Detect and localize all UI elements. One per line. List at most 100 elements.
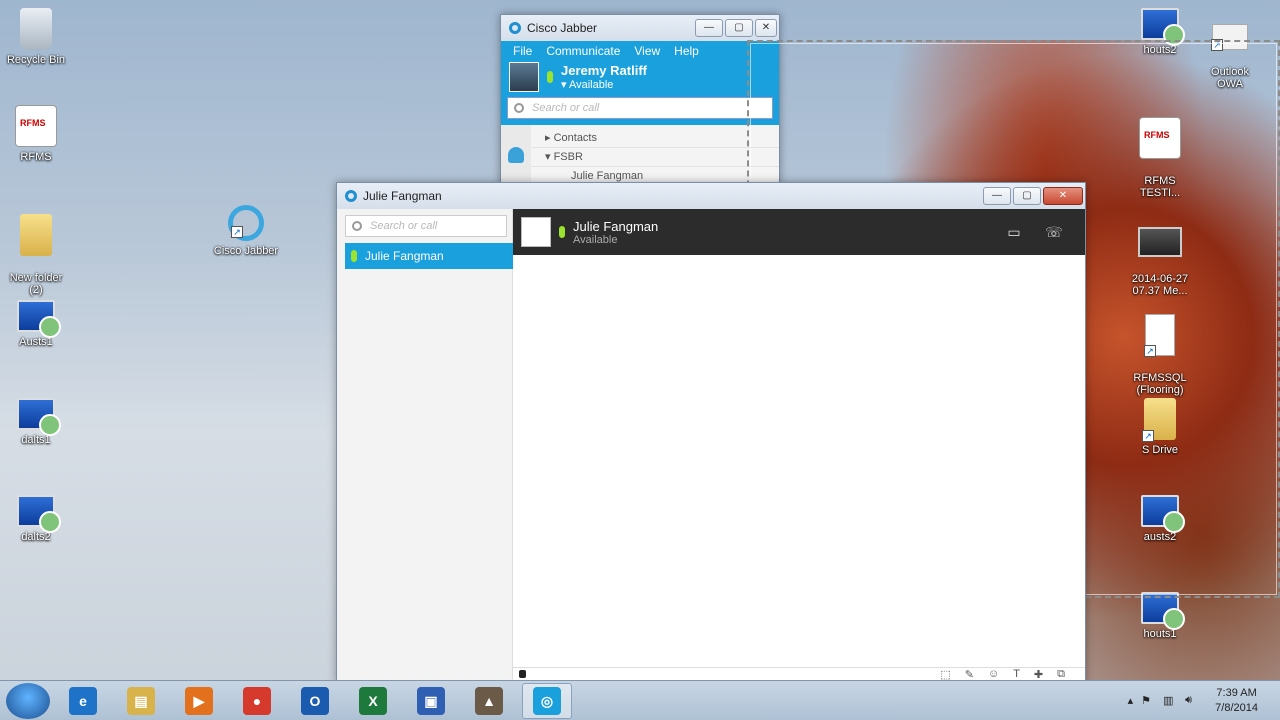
chrome-icon: ● bbox=[243, 686, 271, 715]
conversation-label: Julie Fangman bbox=[365, 249, 444, 263]
jabber-logo-icon bbox=[509, 22, 521, 34]
outlook-icon: O bbox=[301, 686, 329, 715]
group-label: Contacts bbox=[553, 132, 597, 144]
clock[interactable]: 7:39 AM 7/8/2014 bbox=[1215, 686, 1258, 716]
contact-label: Julie Fangman bbox=[571, 170, 644, 182]
taskbar-network-app-button[interactable]: ▲ bbox=[464, 683, 514, 719]
desktop-icon-label: 2014-06-27 07.37 Me... bbox=[1131, 273, 1189, 297]
title-bar[interactable]: Cisco Jabber — ▢ ✕ bbox=[501, 15, 779, 41]
lock-icon bbox=[519, 670, 526, 678]
avatar[interactable] bbox=[521, 217, 551, 247]
contacts-pane: ▸ Contacts ▾ FSBR Julie Fangman bbox=[501, 125, 779, 186]
file-icon: ↗ bbox=[1144, 314, 1175, 357]
presence-indicator bbox=[351, 250, 357, 262]
desktop-icon-dalts2[interactable]: dalts2 bbox=[0, 495, 74, 543]
action-center-icon[interactable]: ⚑ bbox=[1141, 694, 1155, 708]
desktop-icon-rfmssql[interactable]: ↗ RFMSSQL (Flooring) bbox=[1122, 302, 1198, 396]
remote-desktop-icon bbox=[17, 300, 61, 338]
shortcut-arrow-icon: ↗ bbox=[1144, 345, 1156, 357]
cisco-jabber-icon: ↗ bbox=[228, 205, 264, 241]
taskbar-internet-explorer-button[interactable]: e bbox=[58, 683, 108, 719]
desktop-icon-video[interactable]: 2014-06-27 07.37 Me... bbox=[1122, 215, 1198, 297]
status-selector[interactable]: ▾ Available bbox=[561, 78, 647, 91]
avatar[interactable] bbox=[509, 62, 539, 92]
desktop-icon-dalts1[interactable]: dalts1 bbox=[0, 398, 74, 446]
remote-desktop-icon bbox=[1141, 495, 1185, 533]
shortcut-arrow-icon: ↗ bbox=[1211, 39, 1223, 51]
show-hidden-icons-icon[interactable]: ▴ bbox=[1128, 694, 1134, 707]
desktop-icon-rfms-testing[interactable]: RFMS TESTI... bbox=[1122, 105, 1198, 199]
group-label: FSBR bbox=[553, 151, 583, 163]
clock-time: 7:39 AM bbox=[1216, 686, 1257, 699]
desktop-icon-cisco-jabber[interactable]: ↗ Cisco Jabber bbox=[208, 205, 284, 257]
taskbar-file-explorer-button[interactable]: ▤ bbox=[116, 683, 166, 719]
menu-view[interactable]: View bbox=[634, 44, 660, 58]
desktop-icon-label: dalts1 bbox=[21, 434, 51, 446]
search-input[interactable]: Search or call bbox=[345, 215, 507, 237]
desktop-icon-s-drive[interactable]: ↗ S Drive bbox=[1122, 398, 1198, 456]
desktop-icon-label: S Drive bbox=[1141, 444, 1179, 456]
folder-icon: ↗ bbox=[1142, 398, 1176, 442]
desktop-icon-rfms[interactable]: RFMS bbox=[0, 105, 74, 163]
user-status: Available bbox=[568, 79, 614, 91]
maximize-button[interactable]: ▢ bbox=[725, 19, 753, 37]
taskbar-cisco-jabber-button[interactable]: ◎ bbox=[522, 682, 572, 719]
taskbar: e ▤ ▶ ● O X ▣ ▲ ◎ ▴ ⚑ ▥ 🔊︎ 7:39 AM 7/8/2014 bbox=[0, 680, 1280, 720]
chat-pane: Julie Fangman Available ▭ ☏ ⬚ ✎ ☺ T ✚ ⧉ bbox=[513, 209, 1085, 683]
volume-icon[interactable]: 🔊︎ bbox=[1185, 694, 1199, 708]
outlook-owa-icon: ↗ bbox=[1211, 24, 1248, 51]
search-area: Search or call bbox=[501, 93, 779, 125]
folder-icon bbox=[20, 214, 52, 256]
excel-icon: X bbox=[359, 686, 387, 715]
close-button[interactable]: ✕ bbox=[1043, 187, 1083, 205]
menu-file[interactable]: File bbox=[513, 44, 532, 58]
taskbar-excel-button[interactable]: X bbox=[348, 683, 398, 719]
jabber-main-window: Cisco Jabber — ▢ ✕ File Communicate View… bbox=[500, 14, 780, 186]
start-button[interactable] bbox=[6, 682, 50, 719]
conversation-item[interactable]: Julie Fangman bbox=[345, 243, 513, 269]
remote-desktop-icon bbox=[17, 398, 61, 436]
menu-help[interactable]: Help bbox=[674, 44, 699, 58]
window-title: Cisco Jabber bbox=[527, 21, 598, 35]
desktop-icon-austs2[interactable]: austs2 bbox=[1122, 495, 1198, 543]
desktop-icon-recycle-bin[interactable]: Recycle Bin bbox=[0, 8, 74, 66]
desktop-icon-label: RFMS TESTI... bbox=[1139, 175, 1181, 199]
search-input[interactable]: Search or call bbox=[507, 97, 773, 119]
contacts-icon[interactable] bbox=[508, 147, 524, 163]
presence-indicator bbox=[547, 71, 553, 83]
internet-explorer-icon: e bbox=[69, 686, 97, 715]
conversation-list: Search or call Julie Fangman bbox=[337, 209, 513, 683]
contacts-rail bbox=[501, 125, 531, 185]
maximize-button[interactable]: ▢ bbox=[1013, 187, 1041, 205]
shortcut-arrow-icon: ↗ bbox=[1142, 430, 1154, 442]
chat-window: Julie Fangman — ▢ ✕ Search or call Julie… bbox=[336, 182, 1086, 684]
desktop-icon-label: Cisco Jabber bbox=[213, 245, 279, 257]
minimize-button[interactable]: — bbox=[983, 187, 1011, 205]
network-icon[interactable]: ▥ bbox=[1163, 694, 1177, 708]
desktop-icon-outlook-owa[interactable]: ↗ Outlook OWA bbox=[1192, 12, 1268, 90]
desktop-icon-label: Recycle Bin bbox=[6, 54, 66, 66]
menu-communicate[interactable]: Communicate bbox=[546, 44, 620, 58]
contact-name: Julie Fangman bbox=[573, 218, 659, 234]
phone-call-icon[interactable]: ☏ bbox=[1045, 224, 1063, 240]
taskbar-outlook-button[interactable]: O bbox=[290, 683, 340, 719]
rfms-icon bbox=[1139, 117, 1181, 159]
desktop-icon-houts2[interactable]: houts2 bbox=[1122, 8, 1198, 56]
contact-status: Available bbox=[573, 233, 618, 246]
search-placeholder: Search or call bbox=[532, 102, 600, 114]
taskbar-chrome-button[interactable]: ● bbox=[232, 683, 282, 719]
window-title: Julie Fangman bbox=[363, 189, 442, 203]
group-fsbr[interactable]: ▾ FSBR bbox=[531, 148, 779, 167]
group-contacts[interactable]: ▸ Contacts bbox=[531, 129, 779, 148]
close-button[interactable]: ✕ bbox=[755, 19, 777, 37]
shortcut-arrow-icon: ↗ bbox=[231, 226, 243, 238]
title-bar[interactable]: Julie Fangman — ▢ ✕ bbox=[337, 183, 1085, 209]
taskbar-media-player-button[interactable]: ▶ bbox=[174, 683, 224, 719]
minimize-button[interactable]: — bbox=[695, 19, 723, 37]
desktop-icon-new-folder[interactable]: New folder (2) bbox=[0, 202, 74, 296]
desktop-icon-austs1[interactable]: Austs1 bbox=[0, 300, 74, 348]
remote-desktop-icon: ▣ bbox=[417, 686, 445, 715]
screen-share-icon[interactable]: ▭ bbox=[1005, 224, 1023, 240]
taskbar-remote-desktop-button[interactable]: ▣ bbox=[406, 683, 456, 719]
desktop-icon-houts1[interactable]: houts1 bbox=[1122, 592, 1198, 640]
